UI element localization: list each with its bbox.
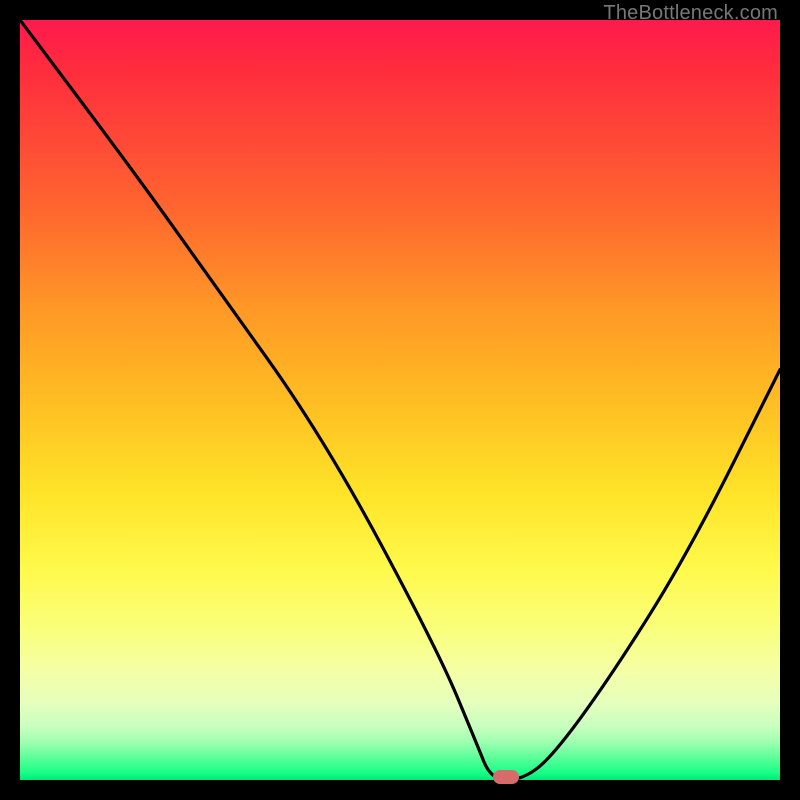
optimal-marker (493, 770, 519, 784)
plot-area (20, 20, 780, 780)
chart-frame: TheBottleneck.com (0, 0, 800, 800)
watermark-text: TheBottleneck.com (603, 2, 778, 25)
background-gradient (20, 20, 780, 780)
